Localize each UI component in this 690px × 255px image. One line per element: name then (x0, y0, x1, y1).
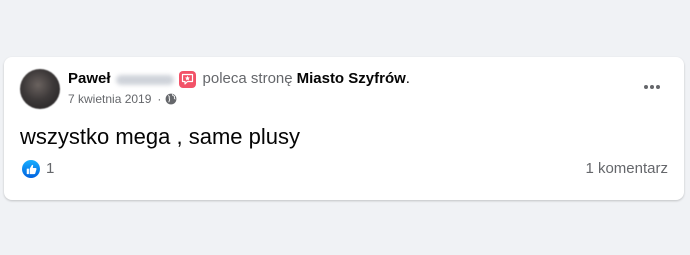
post-card: Paweł poleca stronę Miasto Szyfrów . 7 k… (4, 57, 684, 200)
reaction-count[interactable]: 1 (46, 160, 54, 178)
header-period: . (405, 70, 410, 87)
author-name[interactable]: Paweł (68, 69, 111, 89)
avatar[interactable] (20, 69, 60, 109)
meta-separator: · (157, 92, 162, 106)
thumbs-up-icon[interactable] (22, 160, 40, 178)
globe-icon[interactable] (165, 93, 177, 105)
more-options-icon (644, 85, 660, 89)
author-surname-blurred (115, 75, 174, 85)
post-header: Paweł poleca stronę Miasto Szyfrów . (68, 69, 410, 89)
page-name-link[interactable]: Miasto Szyfrów (297, 69, 406, 89)
post-date[interactable]: 7 kwietnia 2019 (68, 92, 151, 106)
more-options-button[interactable] (638, 77, 666, 97)
recommends-text: poleca stronę (202, 70, 293, 87)
star-recommend-icon (178, 70, 196, 88)
comments-count-link[interactable]: 1 komentarz (585, 160, 668, 178)
post-meta: 7 kwietnia 2019 · (68, 92, 177, 106)
post-body-text: wszystko mega , same plusy (20, 124, 300, 149)
